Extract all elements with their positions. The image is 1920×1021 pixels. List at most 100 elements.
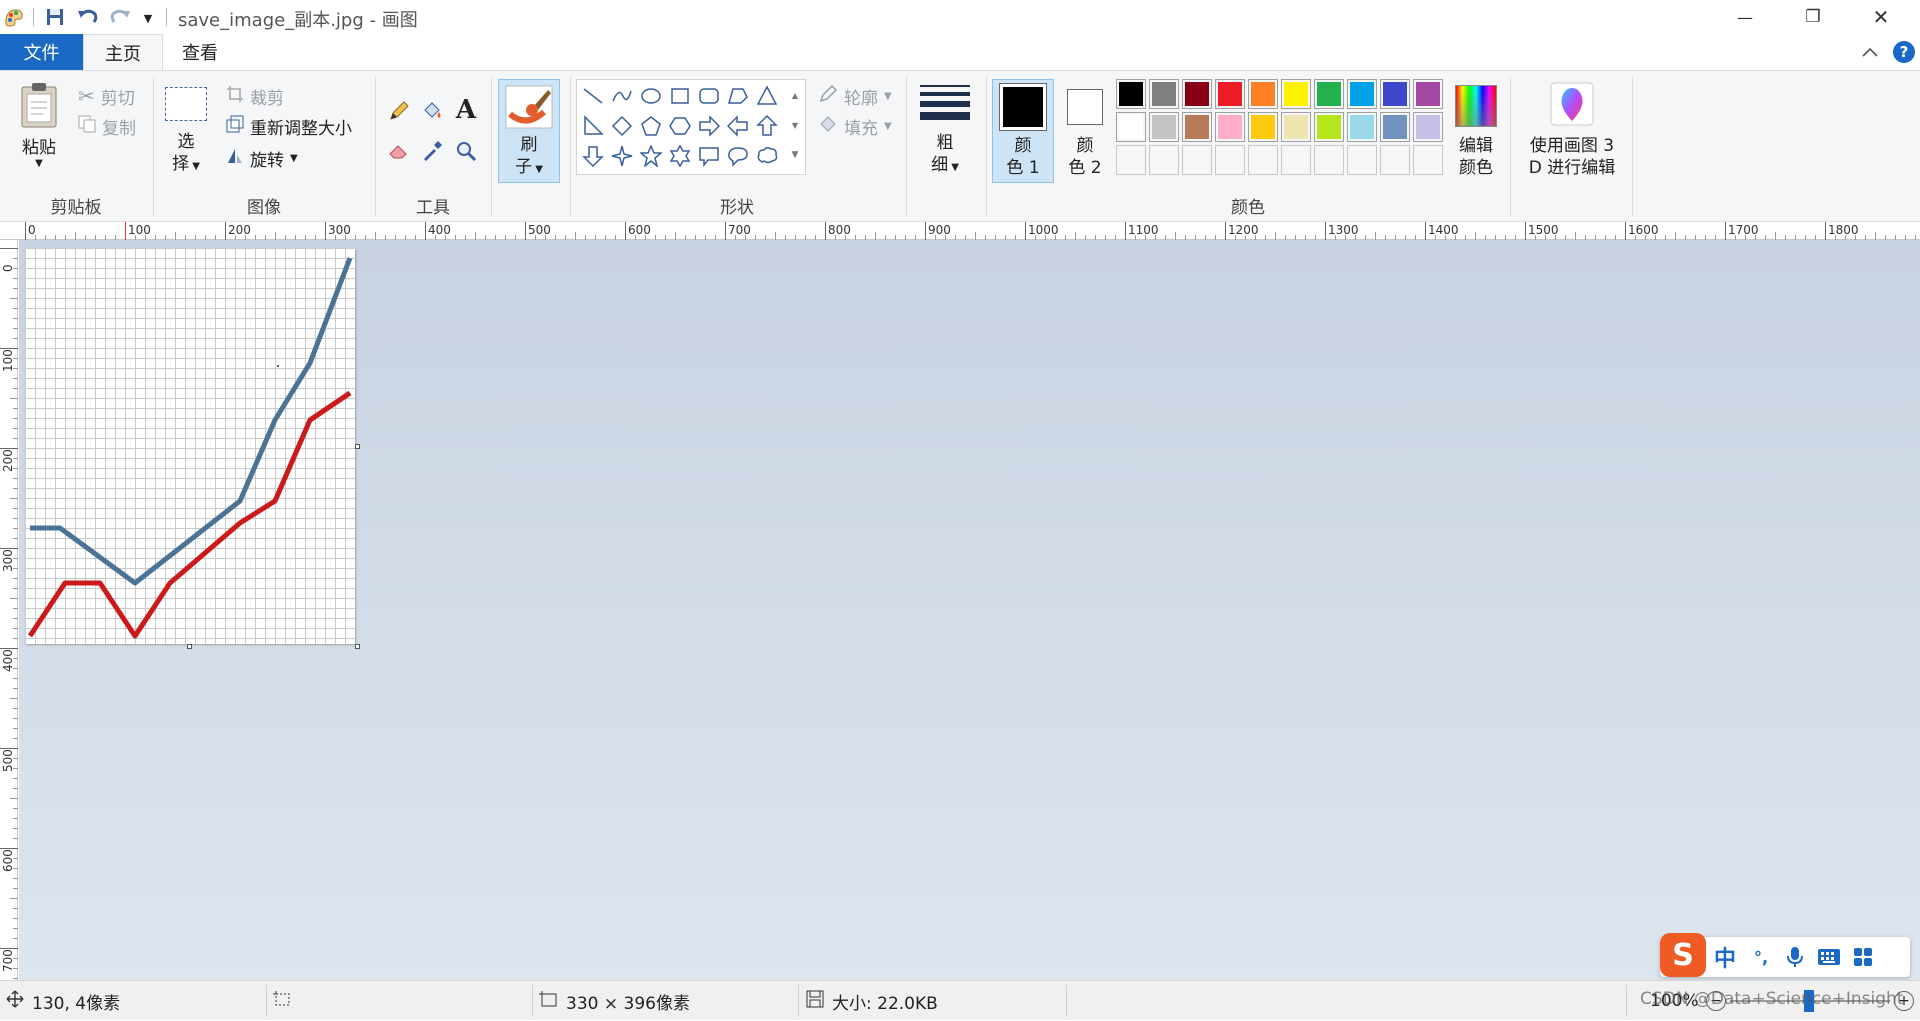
minimize-button[interactable]: — [1716, 0, 1774, 34]
select-button[interactable]: 选择 ▼ [162, 83, 210, 187]
up-arrow-shape-icon[interactable] [753, 112, 781, 140]
edit-with-paint3d-button[interactable]: 使用画图 3D 进行编辑 [1518, 79, 1626, 189]
gallery-scroll-down-icon[interactable]: ▼ [787, 112, 803, 138]
palette-custom-slot[interactable] [1347, 145, 1377, 175]
resize-handle-bottom[interactable] [187, 644, 192, 649]
four-point-star-icon[interactable] [608, 142, 636, 170]
pencil-icon[interactable] [385, 97, 413, 125]
palette-swatch[interactable] [1314, 112, 1344, 142]
line-shape-icon[interactable] [579, 82, 607, 110]
color-picker-icon[interactable] [418, 137, 446, 165]
collapse-ribbon-icon[interactable] [1860, 42, 1880, 62]
palette-swatch[interactable] [1215, 79, 1245, 109]
polygon-shape-icon[interactable] [724, 82, 752, 110]
resize-button[interactable]: 重新调整大小 [226, 113, 352, 139]
magnifier-icon[interactable] [452, 137, 480, 165]
close-button[interactable]: ✕ [1852, 0, 1910, 34]
palette-swatch[interactable] [1347, 79, 1377, 109]
copy-button[interactable]: 复制 [78, 113, 136, 139]
right-triangle-shape-icon[interactable] [579, 112, 607, 140]
palette-swatch[interactable] [1182, 112, 1212, 142]
keyboard-icon[interactable] [1814, 943, 1844, 971]
palette-custom-slot[interactable] [1182, 145, 1212, 175]
resize-handle-right[interactable] [355, 444, 360, 449]
size-button[interactable]: 粗细 ▼ [914, 79, 976, 183]
palette-custom-slot[interactable] [1116, 145, 1146, 175]
hexagon-shape-icon[interactable] [666, 112, 694, 140]
palette-swatch[interactable] [1347, 112, 1377, 142]
oval-callout-icon[interactable] [724, 142, 752, 170]
brushes-button[interactable]: 刷子 ▼ [498, 79, 560, 183]
palette-swatch[interactable] [1248, 79, 1278, 109]
diamond-shape-icon[interactable] [608, 112, 636, 140]
rounded-rectangle-shape-icon[interactable] [695, 82, 723, 110]
palette-swatch[interactable] [1413, 112, 1443, 142]
palette-custom-slot[interactable] [1248, 145, 1278, 175]
edit-colors-button[interactable]: 编辑 颜色 [1446, 79, 1506, 183]
paste-button[interactable]: 粘贴 ▼ [12, 79, 66, 179]
palette-swatch[interactable] [1215, 112, 1245, 142]
color1-button[interactable]: 颜色 1 [992, 79, 1054, 183]
palette-custom-slot[interactable] [1413, 145, 1443, 175]
outline-button[interactable]: 轮廓 ▼ [818, 83, 892, 109]
rotate-button[interactable]: 旋转 ▼ [226, 145, 298, 171]
text-tool-icon[interactable]: A [452, 95, 480, 125]
palette-custom-slot[interactable] [1281, 145, 1311, 175]
gallery-scroll-up-icon[interactable]: ▲ [787, 82, 803, 108]
right-arrow-shape-icon[interactable] [695, 112, 723, 140]
palette-swatch[interactable] [1314, 79, 1344, 109]
palette-custom-slot[interactable] [1314, 145, 1344, 175]
save-icon[interactable] [44, 6, 66, 28]
microphone-icon[interactable] [1780, 943, 1810, 971]
drawing-canvas[interactable] [25, 248, 355, 644]
paint-app-icon[interactable] [2, 5, 26, 29]
tab-home[interactable]: 主页 [83, 34, 163, 71]
palette-swatch[interactable] [1281, 79, 1311, 109]
swatch-color [1218, 115, 1242, 139]
resize-handle-corner[interactable] [355, 644, 360, 649]
palette-custom-slot[interactable] [1149, 145, 1179, 175]
undo-icon[interactable] [76, 6, 100, 28]
rectangle-shape-icon[interactable] [666, 82, 694, 110]
triangle-shape-icon[interactable] [753, 82, 781, 110]
palette-swatch[interactable] [1281, 112, 1311, 142]
help-icon[interactable]: ? [1893, 41, 1915, 63]
palette-custom-slot[interactable] [1380, 145, 1410, 175]
redo-icon[interactable] [108, 6, 132, 28]
cut-button[interactable]: ✂ 剪切 [78, 83, 135, 109]
ime-language-toggle[interactable]: 中 [1710, 943, 1740, 972]
color2-button[interactable]: 颜色 2 [1056, 79, 1114, 183]
crop-button[interactable]: 裁剪 [226, 83, 284, 109]
restore-button[interactable]: ❐ [1784, 0, 1842, 34]
paste-dropdown-icon[interactable]: ▼ [12, 158, 66, 169]
ime-punctuation-toggle[interactable]: °, [1746, 943, 1776, 971]
palette-swatch[interactable] [1116, 79, 1146, 109]
palette-custom-slot[interactable] [1215, 145, 1245, 175]
palette-swatch[interactable] [1149, 79, 1179, 109]
curve-shape-icon[interactable] [608, 82, 636, 110]
fill-button[interactable]: 填充 ▼ [818, 113, 892, 139]
tab-file[interactable]: 文件 [0, 34, 83, 70]
cloud-callout-icon[interactable] [753, 142, 781, 170]
palette-swatch[interactable] [1182, 79, 1212, 109]
customize-toolbar-icon[interactable]: ▼ [138, 8, 158, 28]
eraser-icon[interactable] [385, 137, 413, 165]
tab-view[interactable]: 查看 [163, 34, 237, 70]
palette-swatch[interactable] [1413, 79, 1443, 109]
fill-bucket-icon[interactable] [418, 97, 446, 125]
pentagon-shape-icon[interactable] [637, 112, 665, 140]
rect-callout-icon[interactable] [695, 142, 723, 170]
left-arrow-shape-icon[interactable] [724, 112, 752, 140]
palette-swatch[interactable] [1248, 112, 1278, 142]
sogou-logo-icon[interactable]: S [1660, 933, 1706, 977]
gallery-expand-icon[interactable]: ▼ [787, 142, 803, 168]
down-arrow-shape-icon[interactable] [579, 142, 607, 170]
palette-swatch[interactable] [1149, 112, 1179, 142]
oval-shape-icon[interactable] [637, 82, 665, 110]
six-point-star-icon[interactable] [666, 142, 694, 170]
five-point-star-icon[interactable] [637, 142, 665, 170]
ime-menu-icon[interactable] [1848, 943, 1878, 971]
palette-swatch[interactable] [1116, 112, 1146, 142]
palette-swatch[interactable] [1380, 79, 1410, 109]
palette-swatch[interactable] [1380, 112, 1410, 142]
